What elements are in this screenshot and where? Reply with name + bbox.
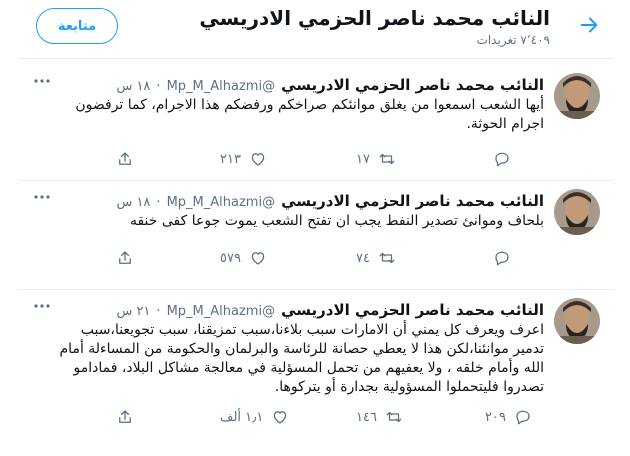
- avatar[interactable]: [554, 73, 600, 119]
- share-icon: [119, 251, 131, 264]
- back-arrow-icon[interactable]: [578, 14, 600, 36]
- reply-icon: [495, 251, 509, 266]
- like-button[interactable]: ٢١٣: [220, 150, 267, 168]
- author-name[interactable]: النائب محمد ناصر الحزمي الادريسي: [281, 301, 544, 319]
- avatar-image: [554, 189, 600, 235]
- tweet-header: النائب محمد ناصر الحزمي الادريسي @Mp_M_A…: [116, 301, 544, 319]
- avatar[interactable]: [554, 298, 600, 344]
- tweet[interactable]: النائب محمد ناصر الحزمي الادريسي @Mp_M_A…: [18, 290, 614, 456]
- tweet-header: النائب محمد ناصر الحزمي الادريسي @Mp_M_A…: [116, 76, 544, 94]
- like-count: ١٫١ ألف: [220, 409, 264, 425]
- avatar[interactable]: [554, 189, 600, 235]
- retweet-icon: [379, 153, 395, 165]
- reply-icon: [516, 410, 530, 425]
- profile-name-title: النائب محمد ناصر الحزمي الادريسي: [199, 6, 550, 30]
- author-name[interactable]: النائب محمد ناصر الحزمي الادريسي: [281, 192, 544, 210]
- reply-icon: [495, 152, 509, 167]
- separator-dot: ·: [156, 304, 161, 319]
- follow-button[interactable]: متابعة: [36, 8, 118, 44]
- retweet-count: ١٤٦: [356, 409, 377, 425]
- tweet[interactable]: النائب محمد ناصر الحزمي الادريسي @Mp_M_A…: [18, 65, 614, 181]
- tweet-actions: ١٧ ٢١٣: [76, 150, 509, 170]
- share-icon: [119, 410, 131, 423]
- retweet-button[interactable]: ١٤٦: [356, 408, 403, 426]
- retweet-button[interactable]: ٧٤: [356, 249, 396, 267]
- profile-frame: النائب محمد ناصر الحزمي الادريسي ٧٬٤٠٩ ت…: [18, 0, 614, 456]
- heart-icon: [274, 411, 287, 424]
- tweet-text: أيها الشعب اسمعوا من يغلق موانئكم صراخكم…: [75, 97, 544, 132]
- author-name[interactable]: النائب محمد ناصر الحزمي الادريسي: [281, 76, 544, 94]
- retweet-count: ٧٤: [356, 250, 370, 266]
- avatar-image: [554, 73, 600, 119]
- share-button[interactable]: [116, 150, 134, 168]
- reply-button[interactable]: [485, 150, 511, 168]
- retweet-count: ١٧: [356, 151, 370, 167]
- reply-button[interactable]: [485, 249, 511, 267]
- tweet[interactable]: النائب محمد ناصر الحزمي الادريسي @Mp_M_A…: [18, 181, 614, 290]
- heart-icon: [251, 252, 265, 265]
- share-button[interactable]: [116, 408, 134, 426]
- tweet-time[interactable]: ٢١ س: [116, 304, 150, 319]
- like-button[interactable]: ٥٧٩: [220, 249, 267, 267]
- tweet-text: بلحاف وموانئ تصدير النفط يجب ان تفتح الش…: [129, 213, 544, 229]
- separator-dot: ·: [156, 195, 161, 210]
- author-handle[interactable]: @Mp_M_Alhazmi: [167, 195, 276, 210]
- retweet-icon: [379, 252, 395, 264]
- tweet-text: اعرف ويعرف كل يمني أن الامارات سبب بلاءن…: [59, 322, 544, 395]
- heart-icon: [251, 153, 265, 166]
- tweet-time[interactable]: ١٨ س: [116, 79, 150, 94]
- more-options-icon[interactable]: [32, 298, 52, 314]
- profile-header: النائب محمد ناصر الحزمي الادريسي ٧٬٤٠٩ ت…: [18, 0, 614, 59]
- like-count: ٢١٣: [220, 151, 241, 167]
- author-handle[interactable]: @Mp_M_Alhazmi: [167, 304, 276, 319]
- tweet-header: النائب محمد ناصر الحزمي الادريسي @Mp_M_A…: [116, 192, 544, 210]
- separator-dot: ·: [156, 79, 161, 94]
- retweet-button[interactable]: ١٧: [356, 150, 396, 168]
- retweet-icon: [386, 411, 402, 423]
- like-count: ٥٧٩: [220, 250, 241, 266]
- author-handle[interactable]: @Mp_M_Alhazmi: [167, 79, 276, 94]
- share-button[interactable]: [116, 249, 134, 267]
- tweet-count: ٧٬٤٠٩ تغريدات: [476, 33, 550, 47]
- share-icon: [119, 152, 131, 165]
- reply-count: ٢٠٩: [485, 409, 506, 425]
- avatar-image: [554, 298, 600, 344]
- more-options-icon[interactable]: [32, 189, 52, 205]
- tweet-actions: ٢٠٩ ١٤٦ ١٫١ ألف: [76, 408, 530, 428]
- tweet-time[interactable]: ١٨ س: [116, 195, 150, 210]
- like-button[interactable]: ١٫١ ألف: [220, 408, 289, 426]
- more-options-icon[interactable]: [32, 73, 52, 89]
- tweet-actions: ٧٤ ٥٧٩: [76, 249, 509, 269]
- reply-button[interactable]: ٢٠٩: [485, 408, 532, 426]
